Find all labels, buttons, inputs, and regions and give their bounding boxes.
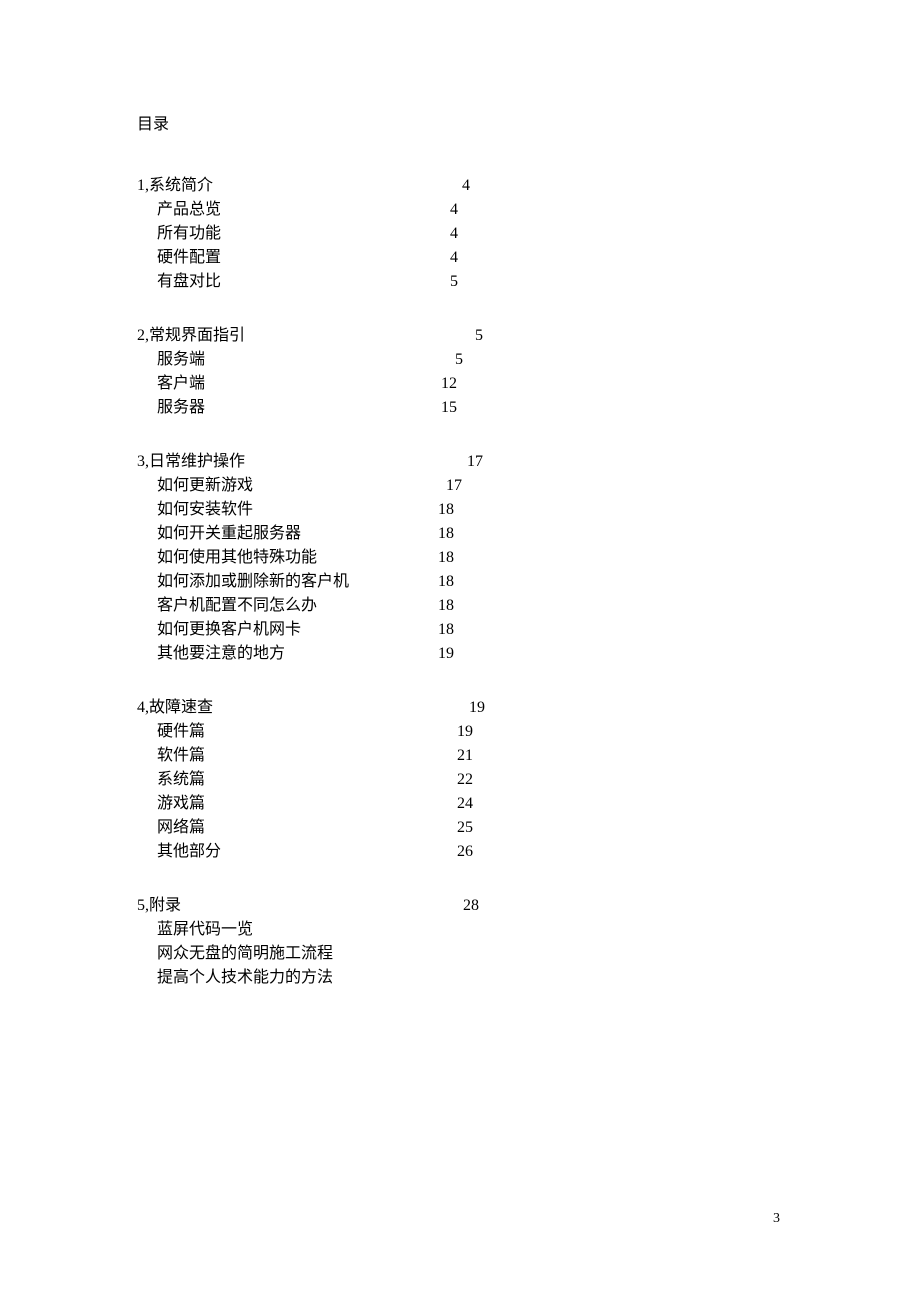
toc-heading-page: 28: [181, 894, 479, 918]
toc-item-row: 如何添加或删除新的客户机 18: [137, 570, 920, 594]
toc-item-label: 游戏篇: [157, 792, 205, 816]
toc-heading-page: 4: [213, 174, 470, 198]
toc-heading-label: 2,常规界面指引: [137, 324, 245, 348]
toc-item-label: 网众无盘的简明施工流程: [157, 942, 333, 966]
toc-item-label: 客户端: [157, 372, 205, 396]
toc-heading-label: 1,系统简介: [137, 174, 213, 198]
toc-heading-page: 19: [213, 696, 485, 720]
toc-item-row: 其他要注意的地方 19: [137, 642, 920, 666]
toc-item-row: 蓝屏代码一览: [137, 918, 920, 942]
toc-heading-page: 17: [245, 450, 483, 474]
toc-item-page: 12: [205, 372, 457, 396]
toc-item-row: 如何开关重起服务器 18: [137, 522, 920, 546]
toc-item-page: 19: [205, 720, 473, 744]
toc-section: 5,附录 28 蓝屏代码一览 网众无盘的简明施工流程 提高个人技术能力的方法: [137, 894, 920, 990]
toc-item-row: 提高个人技术能力的方法: [137, 966, 920, 990]
toc-item-page: 4: [221, 246, 458, 270]
toc-section: 3,日常维护操作 17 如何更新游戏 17 如何安装软件 18 如何开关重起服务…: [137, 450, 920, 666]
toc-item-row: 产品总览 4: [137, 198, 920, 222]
toc-item-page: 5: [221, 270, 458, 294]
toc-item-label: 服务端: [157, 348, 205, 372]
toc-heading-label: 3,日常维护操作: [137, 450, 245, 474]
toc-item-label: 产品总览: [157, 198, 221, 222]
toc-item-row: 硬件配置 4: [137, 246, 920, 270]
toc-item-row: 如何更新游戏 17: [137, 474, 920, 498]
toc-item-label: 其他部分: [157, 840, 221, 864]
toc-item-row: 游戏篇 24: [137, 792, 920, 816]
toc-item-page: 26: [221, 840, 473, 864]
toc-item-page: 18: [349, 570, 454, 594]
toc-item-row: 如何使用其他特殊功能 18: [137, 546, 920, 570]
toc-item-row: 客户端 12: [137, 372, 920, 396]
toc-item-row: 软件篇 21: [137, 744, 920, 768]
toc-item-row: 网络篇 25: [137, 816, 920, 840]
toc-title: 目录: [137, 110, 920, 134]
toc-item-label: 如何添加或删除新的客户机: [157, 570, 349, 594]
toc-item-page: 21: [205, 744, 473, 768]
toc-item-label: 蓝屏代码一览: [157, 918, 253, 942]
toc-item-row: 服务器 15: [137, 396, 920, 420]
toc-item-page: 15: [205, 396, 457, 420]
toc-item-row: 如何更换客户机网卡 18: [137, 618, 920, 642]
toc-item-page: 18: [301, 522, 454, 546]
toc-item-page: 17: [253, 474, 462, 498]
toc-heading-row: 3,日常维护操作 17: [137, 450, 920, 474]
toc-heading-row: 1,系统简介 4: [137, 174, 920, 198]
toc-item-row: 网众无盘的简明施工流程: [137, 942, 920, 966]
toc-item-label: 如何更换客户机网卡: [157, 618, 301, 642]
toc-item-label: 如何安装软件: [157, 498, 253, 522]
toc-item-label: 如何开关重起服务器: [157, 522, 301, 546]
toc-item-page: 18: [317, 594, 454, 618]
toc-item-label: 硬件配置: [157, 246, 221, 270]
toc-section: 2,常规界面指引 5 服务端 5 客户端 12 服务器 15: [137, 324, 920, 420]
toc-item-label: 网络篇: [157, 816, 205, 840]
toc-item-label: 软件篇: [157, 744, 205, 768]
toc-item-label: 所有功能: [157, 222, 221, 246]
toc-item-label: 有盘对比: [157, 270, 221, 294]
toc-item-label: 如何使用其他特殊功能: [157, 546, 317, 570]
toc-item-row: 硬件篇 19: [137, 720, 920, 744]
toc-item-page: 18: [253, 498, 454, 522]
toc-item-page: 4: [221, 222, 458, 246]
toc-item-page: 18: [301, 618, 454, 642]
toc-item-row: 如何安装软件 18: [137, 498, 920, 522]
toc-item-row: 服务端 5: [137, 348, 920, 372]
toc-item-page: 19: [285, 642, 454, 666]
toc-item-label: 其他要注意的地方: [157, 642, 285, 666]
toc-item-label: 硬件篇: [157, 720, 205, 744]
toc-item-label: 服务器: [157, 396, 205, 420]
toc-item-label: 客户机配置不同怎么办: [157, 594, 317, 618]
toc-item-row: 系统篇 22: [137, 768, 920, 792]
toc-section: 4,故障速查 19 硬件篇 19 软件篇 21 系统篇 22 游戏篇 24 网络…: [137, 696, 920, 864]
toc-heading-label: 5,附录: [137, 894, 181, 918]
toc-item-row: 客户机配置不同怎么办 18: [137, 594, 920, 618]
toc-item-page: 18: [317, 546, 454, 570]
toc-item-row: 其他部分 26: [137, 840, 920, 864]
toc-heading-page: 5: [245, 324, 483, 348]
toc-item-page: 4: [221, 198, 458, 222]
toc-item-label: 如何更新游戏: [157, 474, 253, 498]
toc-item-label: 提高个人技术能力的方法: [157, 966, 333, 990]
toc-heading-row: 4,故障速查 19: [137, 696, 920, 720]
toc-item-row: 有盘对比 5: [137, 270, 920, 294]
toc-heading-row: 5,附录 28: [137, 894, 920, 918]
toc-heading-row: 2,常规界面指引 5: [137, 324, 920, 348]
toc-item-row: 所有功能 4: [137, 222, 920, 246]
toc-item-page: 22: [205, 768, 473, 792]
toc-item-label: 系统篇: [157, 768, 205, 792]
page-number: 3: [773, 1211, 780, 1227]
toc-section: 1,系统简介 4 产品总览 4 所有功能 4 硬件配置 4 有盘对比 5: [137, 174, 920, 294]
document-page: 目录 1,系统简介 4 产品总览 4 所有功能 4 硬件配置 4 有盘对比 5 …: [0, 0, 920, 990]
toc-heading-label: 4,故障速查: [137, 696, 213, 720]
toc-item-page: 25: [205, 816, 473, 840]
toc-item-page: 5: [205, 348, 463, 372]
toc-item-page: 24: [205, 792, 473, 816]
